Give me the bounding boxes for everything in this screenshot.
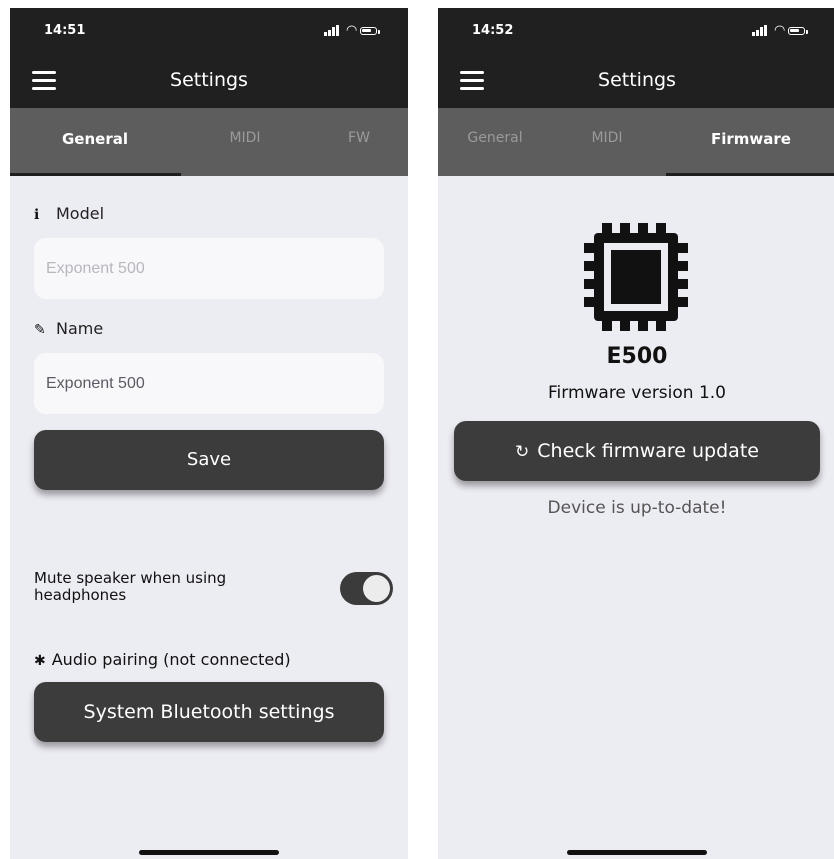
signal-icon: [752, 32, 755, 36]
model-label-row: ℹ Model: [34, 204, 104, 223]
device-name: E500: [606, 344, 668, 369]
app-header: 14:51 ◠ Settings: [10, 8, 408, 108]
active-tab-indicator: [10, 173, 181, 176]
system-bluetooth-settings-button[interactable]: System Bluetooth settings: [34, 682, 384, 742]
mute-speaker-label: Mute speaker when using headphones: [34, 569, 227, 604]
chip-icon: [584, 223, 688, 331]
tab-general[interactable]: General: [10, 130, 180, 154]
home-indicator: [139, 850, 279, 855]
firmware-screen: 14:52 ◠ Settings General MIDI Firmware E…: [438, 8, 834, 859]
mute-speaker-toggle[interactable]: [340, 572, 393, 605]
wifi-icon: ◠: [346, 23, 358, 38]
name-label-row: ✎ Name: [34, 319, 103, 338]
home-indicator: [567, 850, 707, 855]
status-time: 14:51: [44, 23, 86, 38]
pencil-icon: ✎: [34, 322, 46, 338]
bluetooth-icon: ✱: [34, 653, 46, 669]
name-input[interactable]: Exponent 500: [34, 353, 384, 414]
page-title: Settings: [170, 69, 248, 91]
tab-firmware[interactable]: Firmware: [666, 130, 834, 154]
check-firmware-update-button[interactable]: ↻ Check firmware update: [454, 421, 820, 481]
check-firmware-update-label: Check firmware update: [537, 440, 759, 462]
battery-icon: [360, 27, 377, 35]
audio-pairing-row: ✱ Audio pairing (not connected): [34, 650, 291, 669]
audio-pairing-label: Audio pairing (not connected): [51, 650, 291, 669]
model-field: Exponent 500: [34, 238, 384, 299]
tab-general[interactable]: General: [438, 130, 552, 154]
model-label: Model: [56, 204, 105, 223]
name-label: Name: [56, 319, 104, 338]
status-time: 14:52: [472, 23, 514, 38]
battery-icon: [788, 27, 805, 35]
update-status: Device is up-to-date!: [547, 498, 727, 518]
info-circle-icon: ℹ: [34, 207, 40, 223]
save-button[interactable]: Save: [34, 430, 384, 490]
refresh-icon: ↻: [515, 442, 530, 462]
tab-bar: General MIDI FW: [10, 108, 408, 176]
wifi-icon: ◠: [774, 23, 786, 38]
app-header: 14:52 ◠ Settings: [438, 8, 834, 108]
firmware-version: Firmware version 1.0: [547, 383, 727, 403]
status-icons: ◠: [752, 24, 810, 38]
signal-icon: [324, 32, 327, 36]
tab-midi[interactable]: MIDI: [180, 130, 310, 154]
tab-fw[interactable]: FW: [310, 130, 408, 154]
tab-midi[interactable]: MIDI: [552, 130, 662, 154]
tab-bar: General MIDI Firmware: [438, 108, 834, 176]
status-icons: ◠: [324, 24, 382, 38]
general-settings-screen: 14:51 ◠ Settings General MIDI FW ℹ Model …: [10, 8, 408, 859]
page-title: Settings: [598, 69, 676, 91]
active-tab-indicator: [666, 173, 834, 176]
toggle-knob: [363, 575, 390, 602]
